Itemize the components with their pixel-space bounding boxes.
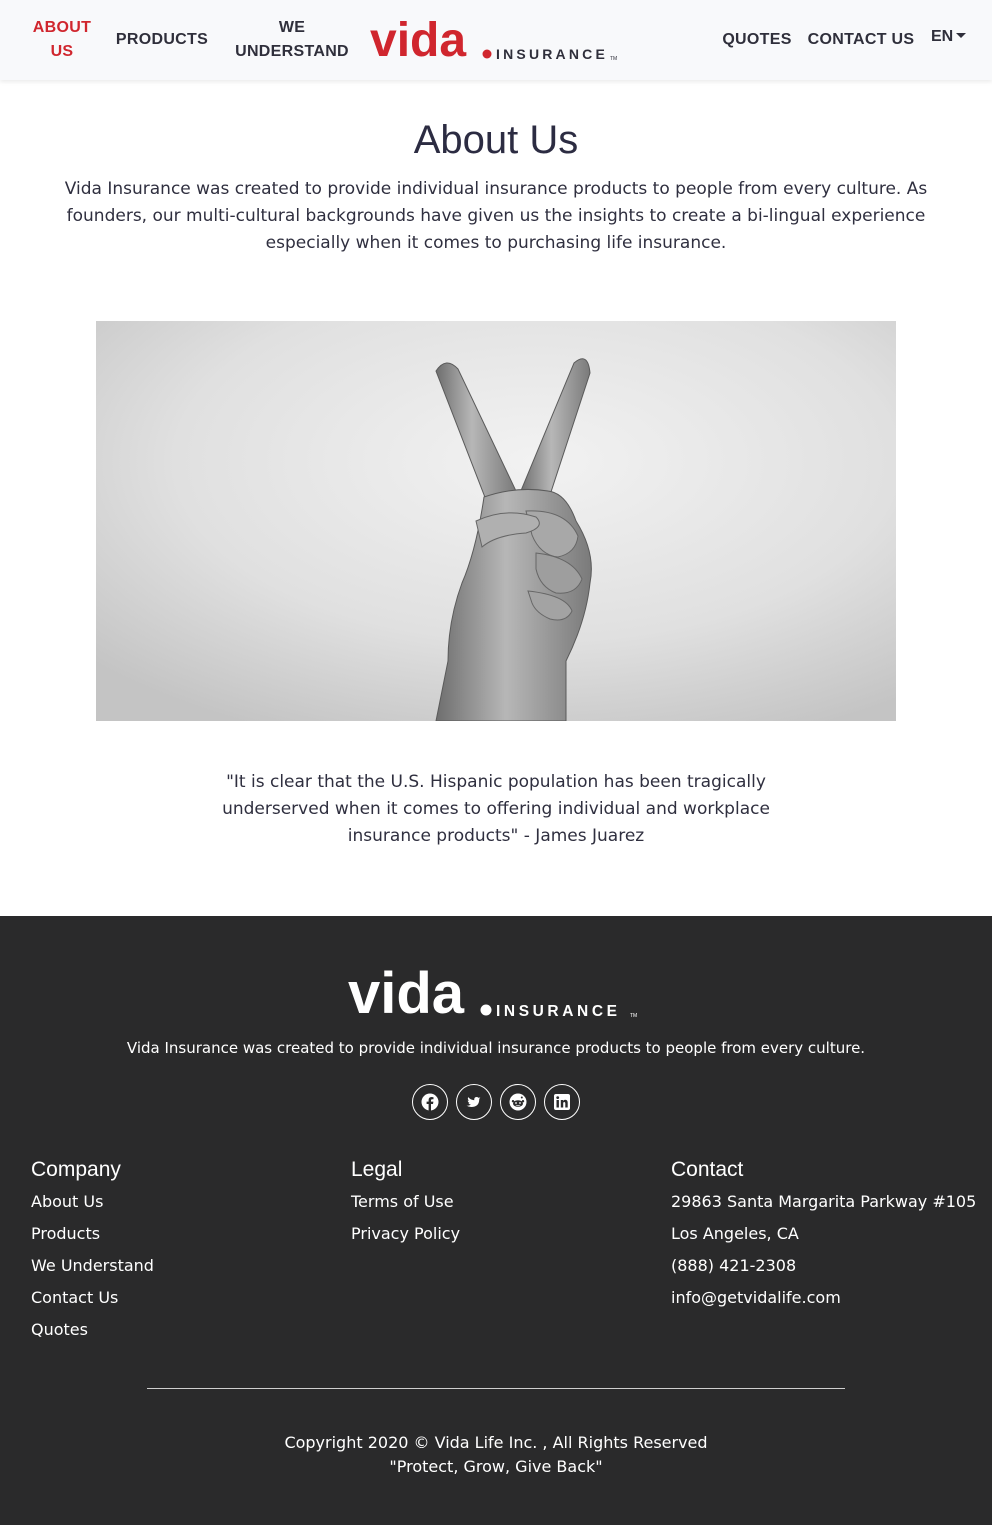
footer-link-terms[interactable]: Terms of Use: [351, 1191, 454, 1213]
logo-tm: TM: [610, 56, 617, 62]
footer-logo-tm: TM: [630, 1013, 637, 1019]
reddit-link[interactable]: [500, 1084, 536, 1120]
linkedin-icon: [554, 1094, 570, 1110]
contact-heading: Contact: [671, 1158, 744, 1181]
footer-tagline: Vida Insurance was created to provide in…: [126, 1039, 866, 1057]
footer-logo-suffix: INSURANCE: [496, 1003, 621, 1020]
nav-we-understand[interactable]: WE UNDERSTAND: [228, 16, 356, 64]
nav-products[interactable]: PRODUCTS: [112, 28, 212, 52]
footer-vida-logo[interactable]: vida INSURANCE TM: [348, 961, 644, 1021]
nav-quotes[interactable]: QUOTES: [718, 28, 796, 52]
top-navbar: ABOUT US PRODUCTS WE UNDERSTAND vida INS…: [0, 0, 992, 80]
nav-contact-us[interactable]: CONTACT US: [804, 28, 918, 52]
contact-city: Los Angeles, CA: [671, 1224, 799, 1243]
nav-quotes-label: QUOTES: [722, 31, 792, 48]
contact-phone[interactable]: (888) 421-2308: [671, 1255, 796, 1277]
nav-about-us-line1: ABOUT: [32, 19, 92, 36]
legal-heading: Legal: [351, 1158, 403, 1181]
page-title: About Us: [413, 118, 579, 162]
footer-logo-word: vida: [348, 961, 465, 1021]
intro-paragraph: Vida Insurance was created to provide in…: [64, 179, 928, 253]
language-label: EN: [931, 28, 954, 45]
footer-link-we-understand[interactable]: We Understand: [31, 1255, 154, 1277]
linkedin-link[interactable]: [544, 1084, 580, 1120]
footer-logo-dot: [480, 1004, 492, 1016]
footer-link-privacy[interactable]: Privacy Policy: [351, 1223, 460, 1245]
nav-we-understand-line2: UNDERSTAND: [235, 43, 349, 60]
nav-about-us-line2: US: [50, 43, 74, 60]
language-dropdown[interactable]: EN: [931, 28, 967, 46]
caret-down-icon: [956, 32, 967, 38]
logo-dot: [482, 49, 492, 59]
twitter-icon: [466, 1097, 481, 1108]
contact-address: 29863 Santa Margarita Parkway #105: [671, 1192, 977, 1211]
reddit-icon: [509, 1093, 527, 1111]
vida-insurance-logo[interactable]: vida INSURANCE TM: [370, 14, 622, 66]
copyright-text: Copyright 2020 © Vida Life Inc. , All Ri…: [284, 1433, 708, 1452]
site-footer: vida INSURANCE TM Vida Insurance was cre…: [0, 916, 992, 1525]
footer-divider: [147, 1388, 845, 1389]
nav-products-label: PRODUCTS: [115, 31, 209, 48]
contact-email[interactable]: info@getvidalife.com: [671, 1287, 841, 1309]
footer-link-about-us[interactable]: About Us: [31, 1191, 103, 1213]
nav-about-us[interactable]: ABOUT US: [28, 16, 96, 64]
founder-quote: "It is clear that the U.S. Hispanic popu…: [222, 772, 770, 846]
company-heading: Company: [31, 1158, 121, 1181]
twitter-link[interactable]: [456, 1084, 492, 1120]
footer-link-contact-us[interactable]: Contact Us: [31, 1287, 118, 1309]
nav-contact-us-label: CONTACT US: [807, 31, 915, 48]
facebook-link[interactable]: [412, 1084, 448, 1120]
footer-link-quotes[interactable]: Quotes: [31, 1319, 88, 1341]
copyright-block: Copyright 2020 © Vida Life Inc. , All Ri…: [0, 1431, 992, 1479]
footer-link-products[interactable]: Products: [31, 1223, 100, 1245]
logo-suffix: INSURANCE: [496, 46, 608, 62]
nav-we-understand-line1: WE: [278, 19, 306, 36]
peace-sign-hand-image: [96, 321, 896, 721]
facebook-icon: [421, 1093, 439, 1111]
footer-motto: "Protect, Grow, Give Back": [389, 1457, 603, 1476]
logo-word: vida: [370, 14, 466, 66]
